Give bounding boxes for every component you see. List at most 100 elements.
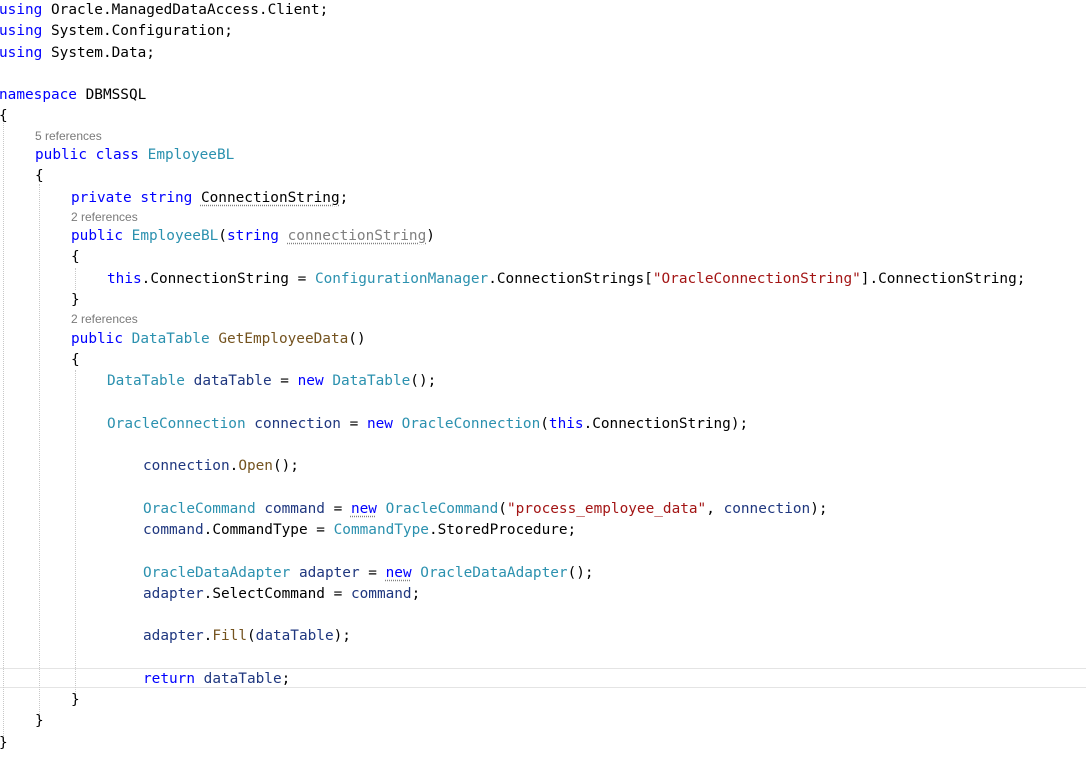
code-token: new xyxy=(350,501,377,517)
code-line[interactable]: public class EmployeeBL xyxy=(35,146,234,164)
code-token: ( xyxy=(218,228,227,244)
code-token: ( xyxy=(498,501,507,517)
code-line[interactable]: } xyxy=(35,712,44,730)
code-token: System.Configuration; xyxy=(42,23,233,39)
code-token: new xyxy=(385,565,412,581)
code-token: string xyxy=(140,190,193,206)
indent-guide xyxy=(75,370,76,696)
code-line[interactable]: using Oracle.ManagedDataAccess.Client; xyxy=(0,1,328,19)
code-token: .ConnectionStrings[ xyxy=(488,271,653,287)
code-token: ; xyxy=(411,586,421,602)
code-token: (); xyxy=(410,373,437,389)
code-token: ConnectionString xyxy=(200,190,340,206)
code-editor[interactable]: using Oracle.ManagedDataAccess.Client; us… xyxy=(0,0,1086,762)
code-token: { xyxy=(71,249,80,265)
code-token: .CommandType = xyxy=(203,522,334,538)
code-line[interactable]: { xyxy=(71,248,80,266)
code-token: command xyxy=(264,501,325,517)
code-token: command xyxy=(143,522,204,538)
code-token: ].ConnectionString; xyxy=(860,271,1026,287)
code-token: .ConnectionString); xyxy=(583,416,749,432)
code-line[interactable]: using System.Data; xyxy=(0,44,155,62)
code-token: () xyxy=(348,331,366,347)
code-token: } xyxy=(71,292,80,308)
code-line[interactable]: } xyxy=(0,734,8,752)
codelens-references-link[interactable]: 2 references xyxy=(71,210,138,224)
code-token: ( xyxy=(540,416,549,432)
code-token: = xyxy=(271,373,298,389)
code-token: Fill xyxy=(212,628,247,644)
code-line[interactable]: OracleCommand command = new OracleComman… xyxy=(143,500,828,518)
code-token: adapter xyxy=(143,628,204,644)
code-line[interactable]: public EmployeeBL(string connectionStrin… xyxy=(71,227,435,245)
code-token: = xyxy=(359,565,386,581)
code-token: public xyxy=(35,147,87,163)
code-token: { xyxy=(0,108,8,124)
code-line[interactable]: return dataTable; xyxy=(143,670,290,688)
code-token: EmployeeBL xyxy=(147,147,235,163)
code-token: } xyxy=(0,735,8,751)
code-token: Oracle.ManagedDataAccess.Client; xyxy=(42,2,329,18)
code-token: OracleDataAdapter xyxy=(143,565,291,581)
code-token: .ConnectionString = xyxy=(141,271,315,287)
code-line[interactable]: OracleDataAdapter adapter = new OracleDa… xyxy=(143,564,594,582)
code-token: = xyxy=(324,501,351,517)
code-line[interactable]: this.ConnectionString = ConfigurationMan… xyxy=(107,270,1025,288)
code-line[interactable]: private string ConnectionString; xyxy=(71,189,348,207)
code-token: public xyxy=(71,228,123,244)
indent-guide xyxy=(3,118,4,740)
code-line[interactable]: OracleConnection connection = new Oracle… xyxy=(107,415,748,433)
code-line[interactable]: command.CommandType = CommandType.Stored… xyxy=(143,521,576,539)
code-token: ( xyxy=(246,628,256,644)
code-token: ) xyxy=(426,228,435,244)
code-line[interactable]: { xyxy=(0,107,8,125)
code-line[interactable]: { xyxy=(35,167,44,185)
codelens-references-link[interactable]: 5 references xyxy=(35,129,102,143)
code-token: ; xyxy=(339,190,349,206)
code-token: OracleCommand xyxy=(143,501,256,517)
code-token: { xyxy=(35,168,44,184)
code-token: .SelectCommand = xyxy=(203,586,351,602)
code-line[interactable]: DataTable dataTable = new DataTable(); xyxy=(107,372,436,390)
code-token: namespace xyxy=(0,87,77,103)
code-token: this xyxy=(107,271,142,287)
code-token: string xyxy=(226,228,279,244)
code-token: dataTable xyxy=(203,671,282,687)
code-line[interactable]: connection.Open(); xyxy=(143,457,299,475)
code-line[interactable]: { xyxy=(71,351,80,369)
code-token: private xyxy=(71,190,132,206)
code-token: OracleConnection xyxy=(401,416,541,432)
code-token: command xyxy=(350,586,412,602)
code-line[interactable]: using System.Configuration; xyxy=(0,22,233,40)
codelens-references-link[interactable]: 2 references xyxy=(71,312,138,326)
code-token: OracleConnection xyxy=(107,416,246,432)
code-token: adapter xyxy=(298,565,360,581)
code-token: connection xyxy=(143,458,230,474)
code-token: { xyxy=(71,352,80,368)
code-line[interactable]: public DataTable GetEmployeeData() xyxy=(71,330,366,348)
code-token: public xyxy=(71,331,123,347)
code-token: ); xyxy=(810,501,828,517)
code-token: new xyxy=(366,416,393,432)
code-token: DataTable xyxy=(332,373,411,389)
code-line[interactable]: } xyxy=(71,291,80,309)
code-token: Open xyxy=(238,458,273,474)
indent-guide xyxy=(39,184,40,718)
code-token: System.Data; xyxy=(42,45,155,61)
code-line[interactable]: } xyxy=(71,691,80,709)
code-token: new xyxy=(297,373,324,389)
code-line[interactable]: adapter.SelectCommand = command; xyxy=(143,585,420,603)
code-line[interactable]: adapter.Fill(dataTable); xyxy=(143,627,351,645)
code-token: (); xyxy=(567,565,594,581)
code-line[interactable]: namespace DBMSSQL xyxy=(0,86,146,104)
code-token: connectionString xyxy=(287,228,427,244)
code-token: return xyxy=(143,671,195,687)
